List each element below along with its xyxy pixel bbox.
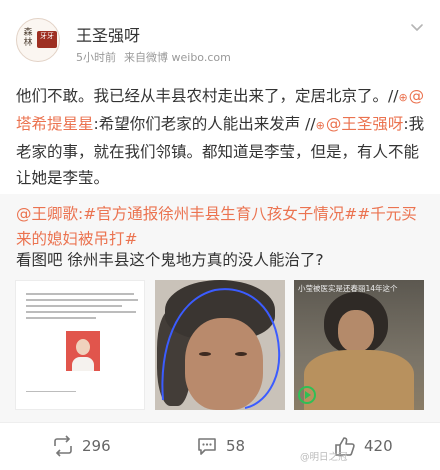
doc-text-line xyxy=(26,293,134,295)
avatar-right-text: 牙牙 xyxy=(40,32,54,40)
watermark: @明日之冠 xyxy=(300,452,348,463)
avatar-left-text: 森林 xyxy=(23,28,33,48)
doc-text-line xyxy=(26,311,136,313)
user-mention-icon: ⊕ xyxy=(398,91,408,104)
repost-text: 看图吧 徐州丰县这个鬼地方真的没人能治了? xyxy=(16,251,324,269)
video-caption: 小莹被医实是还春丽14年这个 xyxy=(298,284,398,293)
divider xyxy=(0,422,440,423)
mention-link[interactable]: ⊕@王圣强呀 xyxy=(316,115,404,133)
post-text: 他们不敢。我已经从丰县农村走出来了，定居北京了。//⊕@塔希提星星:希望你们老家… xyxy=(16,83,426,191)
doc-text-line xyxy=(26,305,122,307)
chevron-down-icon[interactable] xyxy=(408,18,426,36)
repost-icon xyxy=(54,435,72,457)
post-time: 5小时前 xyxy=(76,51,116,64)
comment-icon xyxy=(198,438,216,455)
play-icon[interactable] xyxy=(298,386,316,404)
image-thumbnail[interactable] xyxy=(15,280,145,410)
post-source[interactable]: 来自微博 weibo.com xyxy=(124,51,231,64)
topic-link[interactable]: :#官方通报徐州丰县生育八孩女子情况# xyxy=(78,205,357,223)
username[interactable]: 王圣强呀 xyxy=(76,22,140,46)
post-text-1: :希望你们老家的人能出来发声 // xyxy=(93,115,316,133)
repost-card[interactable]: @王卿歌:#官方通报徐州丰县生育八孩女子情况##千元买来的媳妇被吊打# 看图吧 … xyxy=(0,194,440,422)
doc-text-line xyxy=(26,317,96,319)
weibo-post: 森林 牙牙 王圣强呀 5小时前 来自微博 weibo.com 他们不敢。我已经从丰… xyxy=(0,0,440,470)
id-photo xyxy=(66,331,100,371)
doc-text-line xyxy=(26,299,138,301)
image-thumbnail[interactable] xyxy=(155,280,285,410)
repost-count: 296 xyxy=(82,437,111,455)
doc-text-line xyxy=(26,391,76,392)
annotation-outline xyxy=(161,288,281,409)
user-mention-icon: ⊕ xyxy=(315,119,325,132)
post-intro: 他们不敢。我已经从丰县农村走出来了，定居北京了。// xyxy=(16,87,399,105)
comment-count: 58 xyxy=(226,437,246,455)
repost-author-link[interactable]: @王卿歌 xyxy=(16,205,78,223)
repost-header: @王卿歌:#官方通报徐州丰县生育八孩女子情况##千元买来的媳妇被吊打# xyxy=(16,202,431,252)
video-thumbnail[interactable]: 小莹被医实是还春丽14年这个 xyxy=(294,280,424,410)
avatar[interactable]: 森林 牙牙 xyxy=(16,18,60,62)
post-meta: 5小时前 来自微博 weibo.com xyxy=(76,49,231,65)
mention-text: @王圣强呀 xyxy=(325,115,404,133)
like-count: 420 xyxy=(364,437,393,455)
repost-button[interactable]: 296 xyxy=(52,432,111,460)
comment-button[interactable]: 58 xyxy=(196,432,245,460)
